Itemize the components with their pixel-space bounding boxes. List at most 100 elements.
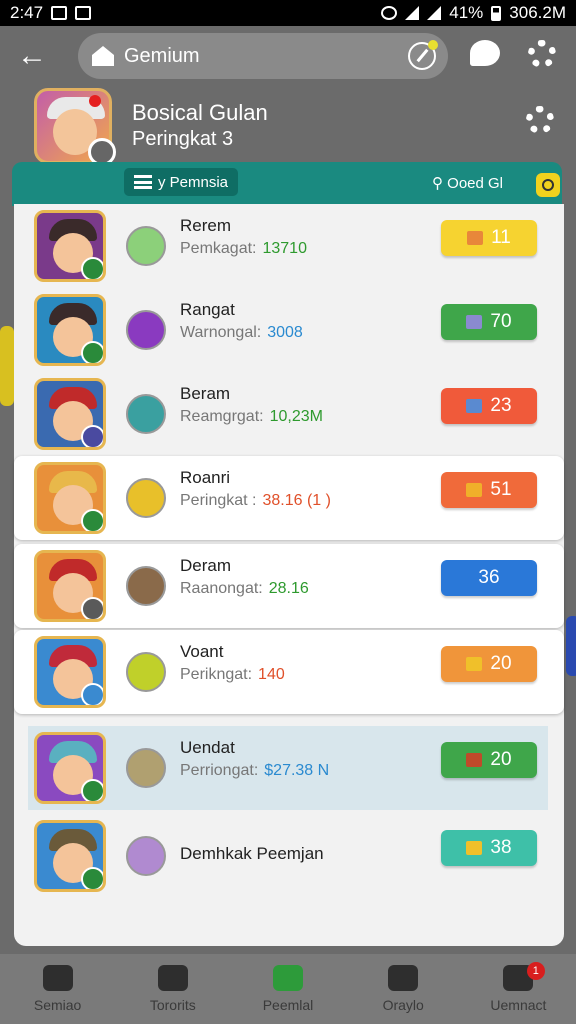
gem-icon [466,315,483,329]
battery-percent: 41% [449,3,484,22]
notification-icon [51,6,68,20]
friends-icon [388,965,419,991]
player-rank: Pemkagat: 13710 [180,240,307,257]
search-bar[interactable]: Gemium [78,33,448,79]
player-badge-icon [81,597,103,619]
score-value: 36 [478,567,500,588]
compass-icon[interactable] [408,40,438,70]
coin-icon[interactable] [536,173,560,197]
level-icon [126,226,166,266]
player-rank: Reamgrgat: 10,23M [180,408,323,425]
score-value: 11 [491,227,511,248]
person-icon [157,965,188,991]
score-pill[interactable]: 23 [441,388,537,424]
player-rank-value: 3008 [267,324,303,341]
leaderboard-icon [273,965,303,991]
gem-icon [467,231,484,245]
player-rank-value: 13710 [262,240,307,257]
gem-icon [466,483,483,497]
nav-item[interactable]: Oraylo [346,954,461,1024]
score-value: 51 [490,479,512,500]
score-value: 70 [490,311,512,332]
player-row[interactable]: Demhkak Peemjan 38 [14,814,564,898]
player-name: Roanri [180,468,231,487]
nav-label: Uemnact [490,997,547,1013]
level-icon [126,478,166,518]
player-row[interactable]: Beram Reamgrgat: 10,23M 23 [14,372,564,456]
level-icon [126,310,166,350]
player-row[interactable]: Uendat Perriongat: $27.38 N 20 [28,726,548,810]
profile-name: Bosical Gulan [132,100,268,125]
player-rank-value: 28.16 [268,580,309,597]
score-pill[interactable]: 36 [441,560,537,596]
filter-button[interactable]: ⚲ Ooed Gl [432,174,503,192]
nav-item[interactable]: Uemnact 1 [461,954,576,1024]
leaderboard-header: y Pemnsia ⚲ Ooed Gl [12,162,562,206]
settings-gear-icon[interactable] [528,40,556,68]
player-badge-icon [81,257,103,279]
player-badge-icon [81,509,103,531]
profile-settings-gear-icon[interactable] [526,106,554,134]
gem-icon [466,399,483,413]
tab-chip[interactable]: y Pemnsia [124,168,239,196]
status-time: 2:47 [10,3,44,22]
bottom-nav: Semiao Tororits Peemlal Oraylo Uemnact 1 [0,954,576,1024]
player-avatar [34,732,106,804]
player-rank-value: 140 [258,666,285,683]
level-icon [126,748,166,788]
notification-badge: 1 [526,962,545,980]
player-row[interactable]: Rangat Warnongal: 3008 70 [14,288,564,372]
score-pill[interactable]: 11 [441,220,537,256]
player-avatar [34,820,106,892]
level-icon [126,566,166,606]
score-pill[interactable]: 70 [441,304,537,340]
player-name: Deram [180,556,232,575]
profile-rank: Peringkat 3 [132,128,234,150]
player-row[interactable]: Rerem Pemkagat: 13710 11 [14,204,564,288]
list-icon [134,175,152,189]
back-arrow-icon[interactable]: ← [14,38,50,74]
player-row[interactable]: Roanri Peringkat :38.16 (1 ) 51 [14,456,564,540]
player-rank: Peringkat :38.16 (1 ) [180,492,331,509]
search-text: Gemium [124,44,200,67]
chat-icon[interactable] [470,40,500,66]
player-avatar [34,378,106,450]
player-avatar [34,636,106,708]
top-bar: ← Gemium [0,26,576,86]
battery-icon [491,5,502,21]
nav-item[interactable]: Peemlal [230,954,345,1024]
player-name: Demhkak Peemjan [180,844,324,863]
home-icon [92,46,114,66]
nav-item[interactable]: Semiao [0,954,115,1024]
level-icon [126,836,166,876]
level-icon [126,394,166,434]
score-value: 38 [490,837,512,858]
player-rank: Raanongat: 28.16 [180,580,309,597]
score-pill[interactable]: 38 [441,830,537,866]
background-decoration [0,326,14,406]
tab-label: y Pemnsia [158,173,229,191]
player-rank: Perikngat: 140 [180,666,285,683]
player-row[interactable]: Voant Perikngat: 140 20 [14,630,564,714]
level-icon [126,652,166,692]
player-badge-icon [81,341,103,363]
signal-icon [427,6,442,20]
nfc-icon [381,6,398,20]
player-name: Voant [180,642,224,661]
score-pill[interactable]: 20 [441,646,537,682]
notification-icon-2 [75,6,92,20]
status-clock: 306.2M [509,3,566,22]
score-pill[interactable]: 20 [441,742,537,778]
player-row[interactable]: Deram Raanongat: 28.16 36 [14,544,564,628]
player-badge-icon [81,683,103,705]
player-rank-value: 38.16 (1 ) [262,492,331,509]
background-decoration [566,616,576,676]
player-name: Uendat [180,738,235,757]
nav-item[interactable]: Tororits [115,954,230,1024]
home-icon [42,965,73,991]
player-avatar [34,294,106,366]
score-pill[interactable]: 51 [441,472,537,508]
status-bar: 2:47 41% 306.2M [0,0,576,26]
filter-label: Ooed Gl [447,175,504,192]
gem-icon [466,657,483,671]
